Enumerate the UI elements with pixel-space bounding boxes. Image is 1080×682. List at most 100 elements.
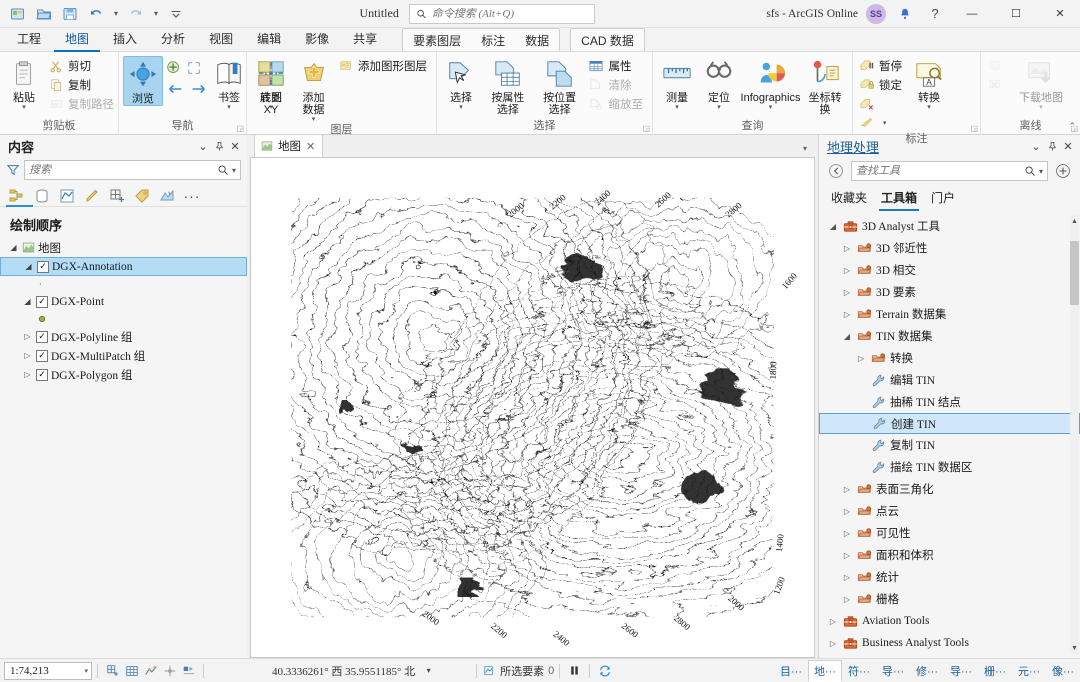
chevron-down-icon[interactable]: ▾ bbox=[675, 104, 679, 111]
close-icon[interactable]: ✕ bbox=[227, 138, 243, 154]
chevron-right-icon[interactable]: ▷ bbox=[841, 507, 853, 516]
fixed-zoom-in-icon[interactable] bbox=[165, 59, 183, 80]
chevron-down-icon[interactable]: ▾ bbox=[1039, 104, 1043, 111]
contextual-tab-ctx1-1[interactable]: 标注 bbox=[471, 30, 515, 52]
geoprocessing-tree-item[interactable]: ◢ TIN 数据集 bbox=[819, 325, 1080, 347]
ribbon-small-button-label-style-icon[interactable]: ▾ bbox=[857, 114, 907, 132]
search-icon[interactable] bbox=[217, 164, 229, 176]
layer-visibility-checkbox[interactable]: ✓ bbox=[36, 295, 48, 308]
ribbon-small-button-属性[interactable]: 属性 bbox=[587, 57, 649, 75]
geoprocessing-tree-item[interactable]: ▷ Aviation Tools bbox=[819, 610, 1080, 632]
geoprocessing-tree-item[interactable]: ▷ 面积和体积 bbox=[819, 544, 1080, 566]
dock-tab-6[interactable]: 栅··· bbox=[978, 660, 1012, 682]
refresh-icon[interactable] bbox=[595, 662, 614, 680]
pause-icon[interactable] bbox=[565, 662, 584, 680]
chevron-down-icon[interactable]: ⌄ bbox=[195, 138, 211, 154]
ribbon-tab-1[interactable]: 地图 bbox=[54, 28, 101, 52]
previous-extent-icon[interactable] bbox=[167, 82, 185, 99]
ribbon-small-button-剪切[interactable]: 剪切 bbox=[46, 57, 119, 75]
chevron-right-icon[interactable]: ▷ bbox=[22, 332, 33, 341]
chevron-down-icon[interactable]: ◢ bbox=[827, 222, 839, 231]
filter-icon[interactable] bbox=[6, 163, 20, 177]
toc-layer-row[interactable]: ◢ ✓ DGX-Point bbox=[0, 292, 247, 311]
chevron-down-icon[interactable]: ▾ bbox=[459, 104, 463, 111]
ribbon-button-转换[interactable]: A 转换 ▾ bbox=[909, 56, 949, 111]
search-icon[interactable] bbox=[1024, 165, 1036, 177]
ribbon-button-按属性选择[interactable]: 按属性选择 bbox=[483, 56, 533, 116]
ribbon-small-button-sync-icon[interactable] bbox=[985, 57, 1012, 75]
ribbon-small-button-remove-offline-icon[interactable] bbox=[985, 76, 1012, 94]
chevron-right-icon[interactable]: ▷ bbox=[841, 551, 853, 560]
ribbon-button-坐标转换[interactable]: 坐标转换 bbox=[802, 56, 848, 116]
chevron-right-icon[interactable]: ▷ bbox=[841, 595, 853, 604]
geoprocessing-tree-item[interactable]: 创建 TIN bbox=[819, 413, 1080, 434]
ribbon-small-button-缩放至[interactable]: 缩放至 bbox=[587, 95, 649, 113]
ribbon-button-添加数据[interactable]: 添加数据 ▾ bbox=[293, 56, 334, 123]
geoprocessing-tree-item[interactable]: ▷ 表面三角化 bbox=[819, 478, 1080, 500]
geoprocessing-tab-1[interactable]: 工具箱 bbox=[879, 187, 920, 211]
ribbon-button-浏览[interactable]: 浏览 bbox=[123, 56, 163, 106]
measure-flag-icon[interactable] bbox=[179, 662, 198, 680]
chevron-down-icon[interactable]: ▾ bbox=[22, 104, 26, 111]
ribbon-tab-6[interactable]: 影像 bbox=[294, 28, 340, 52]
chevron-right-icon[interactable]: ▷ bbox=[841, 310, 853, 319]
undo-icon[interactable] bbox=[84, 3, 108, 25]
close-icon[interactable]: ✕ bbox=[1060, 138, 1076, 154]
chevron-down-icon[interactable]: ▾ bbox=[717, 104, 721, 111]
geoprocessing-tree-item[interactable]: ▷ 3D 要素 bbox=[819, 281, 1080, 303]
chevron-down-icon[interactable]: ▾ bbox=[883, 119, 887, 127]
back-arrow-icon[interactable] bbox=[825, 160, 847, 182]
contextual-tab-ctx2-0[interactable]: CAD 数据 bbox=[571, 30, 644, 52]
ribbon-small-button-添加图形图层[interactable]: 添加图形图层 bbox=[336, 57, 432, 75]
geoprocessing-tree-item[interactable]: ▷ 3D 相交 bbox=[819, 259, 1080, 281]
chevron-right-icon[interactable]: ▷ bbox=[827, 617, 839, 626]
chevron-down-icon[interactable]: ▾ bbox=[769, 104, 773, 111]
list-by-diagram-icon[interactable] bbox=[156, 186, 178, 206]
ribbon-small-button-清除[interactable]: 清除 bbox=[587, 76, 649, 94]
chevron-down-icon[interactable]: ▾ bbox=[312, 116, 316, 123]
toc-layer-row[interactable]: ▷ ✓ DGX-Polyline 组 bbox=[0, 327, 247, 346]
dock-tab-3[interactable]: 导··· bbox=[876, 660, 910, 682]
layer-visibility-checkbox[interactable]: ✓ bbox=[37, 260, 49, 273]
command-search[interactable] bbox=[408, 3, 595, 24]
dock-tab-7[interactable]: 元··· bbox=[1012, 660, 1046, 682]
geoprocessing-tree-item[interactable]: ▷ Business Analyst Tools bbox=[819, 632, 1080, 654]
draw-icon[interactable] bbox=[141, 662, 160, 680]
ribbon-button-按位置选择[interactable]: 按位置选择 bbox=[535, 56, 585, 116]
ribbon-tab-4[interactable]: 视图 bbox=[198, 28, 244, 52]
help-icon[interactable]: ? bbox=[924, 3, 946, 25]
geoprocessing-tree-item[interactable]: ▷ 3D 邻近性 bbox=[819, 237, 1080, 259]
geoprocessing-tree-item[interactable]: ▷ 栅格 bbox=[819, 588, 1080, 610]
ribbon-tab-2[interactable]: 插入 bbox=[102, 28, 148, 52]
chevron-down-icon[interactable]: ▾ bbox=[419, 662, 438, 680]
close-button[interactable]: ✕ bbox=[1042, 1, 1078, 27]
toc-layer-row[interactable]: ▷ ✓ DGX-Polygon 组 bbox=[0, 365, 247, 384]
scroll-up-icon[interactable]: ▲ bbox=[1070, 215, 1079, 227]
layer-visibility-checkbox[interactable]: ✓ bbox=[36, 330, 48, 343]
geoprocessing-scrollbar[interactable]: ▲ ▼ bbox=[1070, 215, 1079, 654]
list-by-labeling-icon[interactable] bbox=[131, 186, 153, 206]
list-by-selection-icon[interactable] bbox=[56, 186, 78, 206]
chevron-down-icon[interactable]: ▾ bbox=[84, 667, 88, 675]
ribbon-tab-0[interactable]: 工程 bbox=[6, 28, 52, 52]
map-scale-combo[interactable]: 1:74,213 ▾ bbox=[4, 661, 92, 680]
chevron-down-icon[interactable]: ◢ bbox=[22, 297, 33, 306]
geoprocessing-tree-item[interactable]: ◢ 3D Analyst 工具 bbox=[819, 215, 1080, 237]
dock-tab-1[interactable]: 地··· bbox=[808, 659, 842, 682]
chevron-down-icon[interactable]: ◢ bbox=[8, 243, 19, 252]
geoprocessing-tree-item[interactable]: ▷ Terrain 数据集 bbox=[819, 303, 1080, 325]
ribbon-button-粘贴[interactable]: 粘贴 ▾ bbox=[4, 56, 44, 111]
ribbon-small-button-暂停[interactable]: 暂停 bbox=[857, 57, 907, 75]
geoprocessing-tab-2[interactable]: 门户 bbox=[929, 187, 957, 211]
command-search-input[interactable] bbox=[431, 7, 588, 20]
geoprocessing-tree-item[interactable]: 复制 TIN bbox=[819, 434, 1080, 456]
add-grid-icon[interactable] bbox=[103, 662, 122, 680]
next-extent-icon[interactable] bbox=[189, 82, 207, 99]
geoprocessing-tree-item[interactable]: 描绘 TIN 数据区 bbox=[819, 456, 1080, 478]
dock-tab-2[interactable]: 符··· bbox=[842, 660, 876, 682]
geoprocessing-search-box[interactable]: ▾ bbox=[851, 161, 1048, 181]
add-circle-icon[interactable] bbox=[1052, 160, 1074, 182]
chevron-down-icon[interactable]: ▾ bbox=[927, 104, 931, 111]
geoprocessing-tab-0[interactable]: 收藏夹 bbox=[829, 187, 869, 211]
ribbon-small-button-锁定[interactable]: 锁定 bbox=[857, 76, 907, 94]
